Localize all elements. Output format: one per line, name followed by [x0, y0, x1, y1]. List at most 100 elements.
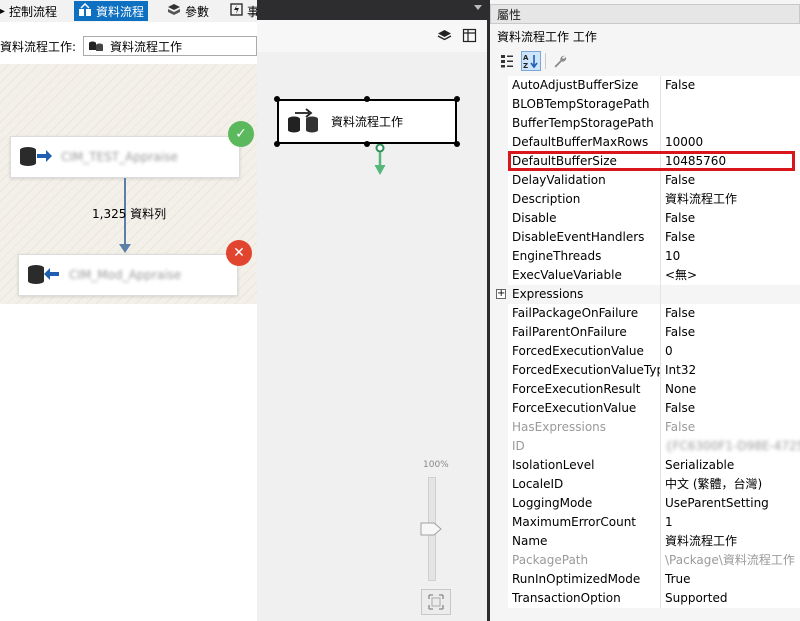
zoom-slider-thumb[interactable]	[420, 522, 442, 536]
property-row-gutter	[494, 133, 508, 152]
property-value[interactable]: False	[660, 304, 800, 323]
property-value-text: \Package\資料流程工作	[665, 553, 795, 567]
property-row[interactable]: TransactionOption Supported	[494, 589, 800, 608]
property-value[interactable]: False	[660, 171, 800, 190]
tab-data-flow[interactable]: 資料流程	[74, 1, 149, 21]
property-row[interactable]: HasExpressions False	[494, 418, 800, 437]
property-value[interactable]: False	[660, 399, 800, 418]
task-selector-value: 資料流程工作	[110, 39, 183, 54]
property-value[interactable]: 1	[660, 513, 800, 532]
property-value[interactable]: UseParentSetting	[660, 494, 800, 513]
property-row[interactable]: MaximumErrorCount 1	[494, 513, 800, 532]
property-value-text: UseParentSetting	[665, 496, 769, 510]
properties-object-selector[interactable]: 資料流程工作 工作	[497, 28, 597, 45]
precedence-constraint-arrow-icon[interactable]	[370, 144, 390, 178]
property-value[interactable]: 10	[660, 247, 800, 266]
property-pages-button[interactable]	[550, 51, 570, 71]
property-value[interactable]: 0	[660, 342, 800, 361]
resize-handle-ne[interactable]	[454, 96, 460, 102]
property-value[interactable]: False	[660, 209, 800, 228]
property-row[interactable]: ForcedExecutionValueTyp Int32	[494, 361, 800, 380]
resize-handle-n[interactable]	[364, 96, 370, 102]
property-row[interactable]: AutoAdjustBufferSize False	[494, 76, 800, 95]
data-flow-task-icon	[88, 38, 104, 55]
property-row[interactable]: DisableEventHandlers False	[494, 228, 800, 247]
source-component[interactable]: CIM_TEST_Appraise	[10, 136, 240, 178]
property-value-text: False	[665, 420, 696, 434]
property-row-gutter	[494, 380, 508, 399]
property-value[interactable]: Supported	[660, 589, 800, 608]
property-row[interactable]: Description 資料流程工作	[494, 190, 800, 209]
resize-handle-nw[interactable]	[274, 96, 280, 102]
property-row[interactable]: Disable False	[494, 209, 800, 228]
property-value[interactable]: Serializable	[660, 456, 800, 475]
variables-icon[interactable]	[462, 28, 477, 46]
tab-event-handlers[interactable]: 事	[226, 1, 257, 21]
property-row-gutter	[494, 114, 508, 133]
property-value[interactable]: \Package\資料流程工作	[660, 551, 800, 570]
property-value-text: 10000	[665, 135, 704, 149]
property-row[interactable]: Name 資料流程工作	[494, 532, 800, 551]
property-row[interactable]: BLOBTempStoragePath	[494, 95, 800, 114]
property-value[interactable]: None	[660, 380, 800, 399]
property-row-gutter	[494, 551, 508, 570]
property-row[interactable]: LoggingMode UseParentSetting	[494, 494, 800, 513]
window-dropdown-icon[interactable]	[474, 5, 482, 10]
error-x-icon: ✕	[226, 240, 252, 266]
property-row[interactable]: IsolationLevel Serializable	[494, 456, 800, 475]
property-row[interactable]: DefaultBufferMaxRows 10000	[494, 133, 800, 152]
property-row[interactable]: FailParentOnFailure False	[494, 323, 800, 342]
property-row-gutter	[494, 570, 508, 589]
tab-control-flow[interactable]: ▸ 控制流程	[0, 1, 61, 21]
property-row[interactable]: + Expressions	[494, 285, 800, 304]
property-row[interactable]: ForceExecutionValue False	[494, 399, 800, 418]
tab-parameters[interactable]: 參數	[163, 1, 213, 21]
property-row[interactable]: FailPackageOnFailure False	[494, 304, 800, 323]
property-row[interactable]: LocaleID 中文 (繁體，台灣)	[494, 475, 800, 494]
property-row[interactable]: DelayValidation False	[494, 171, 800, 190]
property-value[interactable]: 中文 (繁體，台灣)	[660, 475, 800, 494]
property-value[interactable]	[660, 114, 800, 133]
property-value[interactable]	[660, 95, 800, 114]
property-value[interactable]: 資料流程工作	[660, 190, 800, 209]
property-value[interactable]: 10000	[660, 133, 800, 152]
property-value[interactable]: <無>	[660, 266, 800, 285]
property-value[interactable]: False	[660, 76, 800, 95]
property-name: ForcedExecutionValueTyp	[508, 361, 660, 380]
resize-handle-sw[interactable]	[274, 141, 280, 147]
property-value[interactable]: Int32	[660, 361, 800, 380]
layers-icon[interactable]	[437, 28, 452, 46]
property-value[interactable]: True	[660, 570, 800, 589]
property-row-gutter	[494, 76, 508, 95]
property-row[interactable]: ExecValueVariable <無>	[494, 266, 800, 285]
property-name: LocaleID	[508, 475, 660, 494]
property-row[interactable]: ForceExecutionResult None	[494, 380, 800, 399]
property-value[interactable]: False	[660, 228, 800, 247]
zoom-to-fit-button[interactable]	[421, 589, 451, 615]
property-value[interactable]: False	[660, 418, 800, 437]
property-name: ExecValueVariable	[508, 266, 660, 285]
property-value[interactable]	[660, 285, 800, 304]
resize-handle-se[interactable]	[454, 141, 460, 147]
alphabetical-button[interactable]: AZ	[521, 51, 541, 71]
property-row[interactable]: PackagePath \Package\資料流程工作	[494, 551, 800, 570]
destination-component[interactable]: CIM_Mod_Appraise	[18, 254, 238, 296]
property-value-text: False	[665, 325, 696, 339]
task-selector-dropdown[interactable]: 資料流程工作	[83, 36, 257, 56]
expand-plus-icon[interactable]: +	[496, 289, 506, 299]
parameters-icon	[167, 3, 181, 20]
property-row[interactable]: RunInOptimizedMode True	[494, 570, 800, 589]
property-name: Name	[508, 532, 660, 551]
property-value[interactable]: False	[660, 323, 800, 342]
property-row[interactable]: BufferTempStoragePath	[494, 114, 800, 133]
property-value-text: 0	[665, 344, 673, 358]
property-row[interactable]: EngineThreads 10	[494, 247, 800, 266]
wrench-icon	[554, 55, 567, 68]
property-row[interactable]: ID {FC6300F1-D98E-4725-	[494, 437, 800, 456]
data-flow-task-box[interactable]: 資料流程工作	[277, 99, 457, 144]
property-row[interactable]: ForcedExecutionValue 0	[494, 342, 800, 361]
categorized-button[interactable]	[497, 51, 517, 71]
property-value[interactable]: 資料流程工作	[660, 532, 800, 551]
task-selector-label: 資料流程工作:	[0, 40, 77, 54]
property-value[interactable]: {FC6300F1-D98E-4725-	[660, 437, 800, 456]
